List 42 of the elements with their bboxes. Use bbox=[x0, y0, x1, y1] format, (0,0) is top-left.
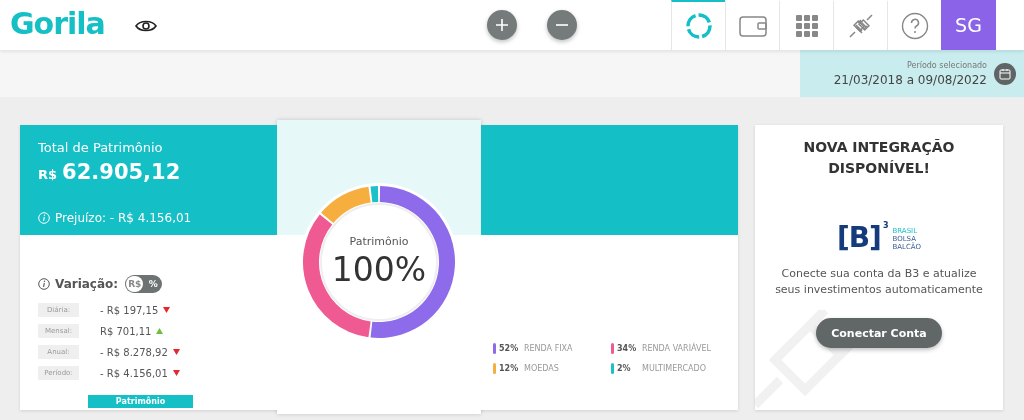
grid-icon bbox=[795, 15, 818, 37]
user-avatar[interactable]: SG bbox=[941, 0, 996, 50]
donut-icon bbox=[684, 12, 713, 40]
connect-button[interactable]: Conectar Conta bbox=[816, 318, 942, 348]
toggle-option[interactable]: R$ bbox=[126, 276, 144, 292]
wallet-icon bbox=[738, 15, 767, 37]
unit-toggle[interactable]: R$ % bbox=[125, 275, 163, 293]
help-icon bbox=[900, 12, 929, 40]
period-value: 21/03/2018 a 09/08/2022 bbox=[833, 72, 987, 87]
legend-label: MULTIMERCADO bbox=[642, 364, 706, 373]
calendar-button[interactable] bbox=[994, 62, 1016, 85]
donut-value: 100% bbox=[331, 250, 427, 289]
toggle-option[interactable]: % bbox=[145, 276, 162, 292]
legend-percent: 34% bbox=[617, 344, 638, 353]
variation-label: Variação: bbox=[55, 277, 119, 291]
calendar-icon bbox=[999, 67, 1011, 80]
loss-text: Prejuízo: - R$ 4.156,01 bbox=[55, 211, 192, 225]
variation-value: - R$ 197,15 bbox=[100, 304, 159, 316]
info-icon bbox=[38, 212, 50, 224]
variation-value: R$ 701,11 bbox=[100, 325, 152, 337]
integration-text: Conecte sua conta da B3 e atualize seus investimentos automaticamente bbox=[774, 266, 984, 298]
legend-label: MOEDAS bbox=[524, 364, 559, 373]
info-icon bbox=[38, 278, 50, 290]
zoom-out-button[interactable] bbox=[546, 10, 577, 40]
variation-value: - R$ 8.278,92 bbox=[100, 346, 168, 358]
legend-percent: 2% bbox=[617, 364, 632, 373]
currency-label: R$ bbox=[38, 167, 58, 182]
logo: Gorila bbox=[9, 5, 105, 43]
donut-label: Patrimônio bbox=[349, 235, 409, 248]
legend-label: RENDA FIXA bbox=[524, 344, 573, 353]
variation-value: - R$ 4.156,01 bbox=[100, 367, 168, 379]
plug-icon bbox=[847, 13, 874, 39]
legend-percent: 52% bbox=[499, 344, 520, 353]
total-amount: 62.905,12 bbox=[62, 160, 181, 184]
legend-label: RENDA VARIÁVEL bbox=[642, 344, 711, 353]
zoom-in-button[interactable] bbox=[486, 10, 517, 40]
plus-icon bbox=[494, 18, 509, 32]
legend-percent: 12% bbox=[499, 364, 520, 373]
period-label: Período selecionado bbox=[906, 60, 987, 70]
integration-title: NOVA INTEGRAÇÃO DISPONÍVEL! bbox=[802, 138, 956, 178]
card-title: Total de Patrimônio bbox=[38, 140, 164, 155]
eye-icon[interactable] bbox=[134, 19, 157, 33]
